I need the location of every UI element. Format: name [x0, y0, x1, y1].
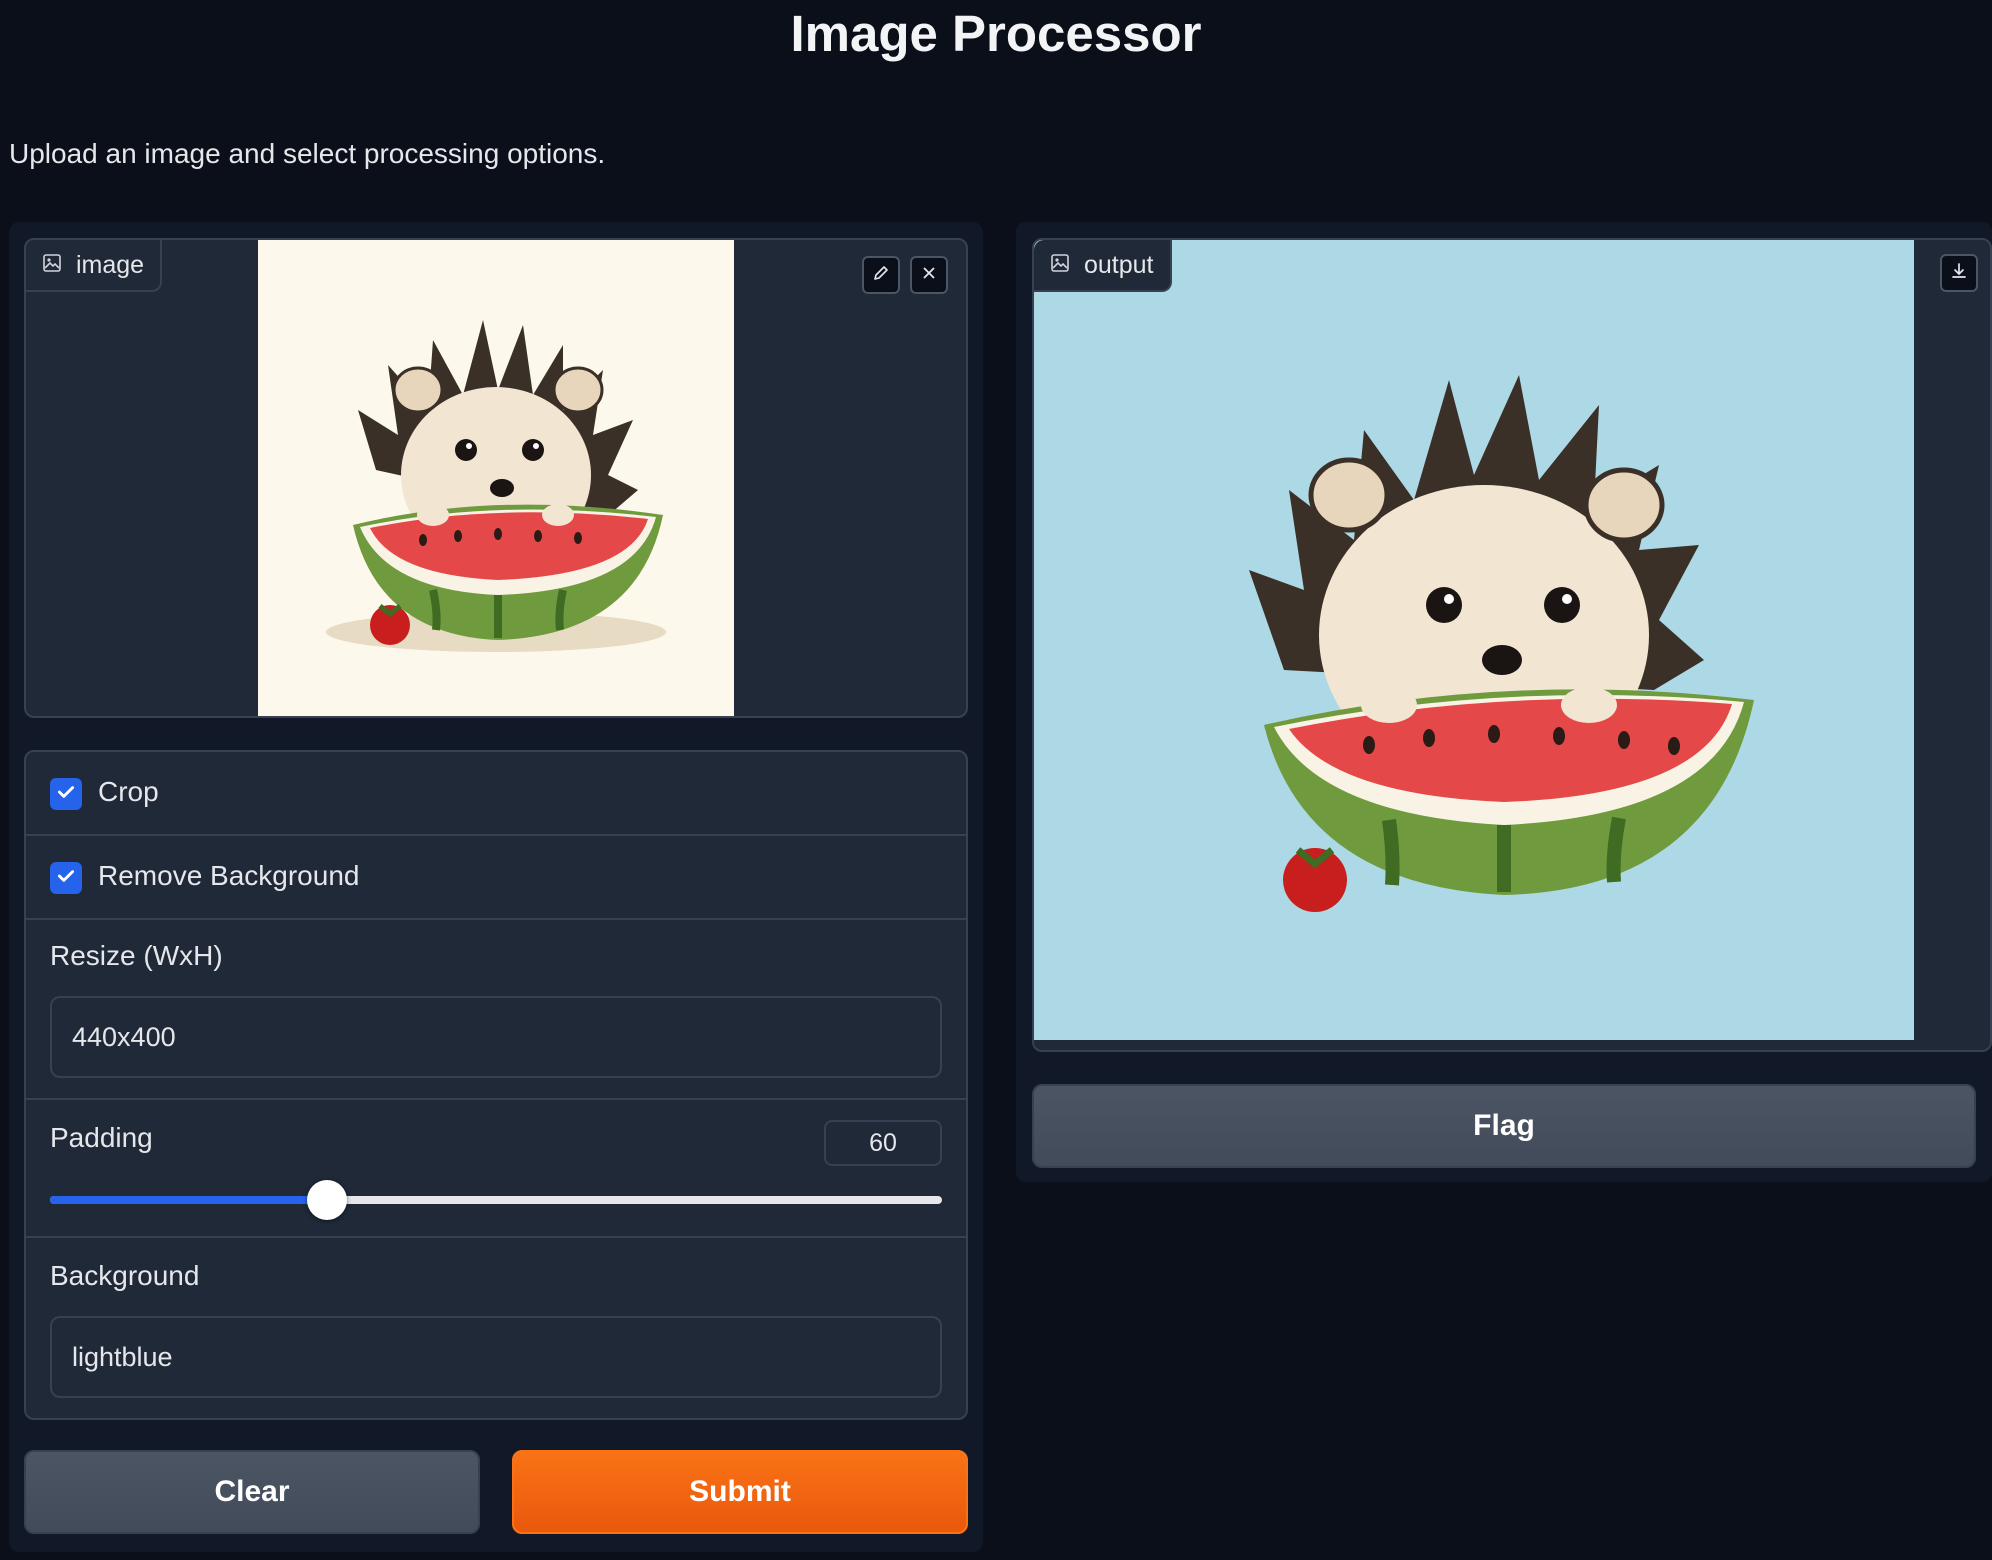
clear-button[interactable]: Clear — [24, 1450, 480, 1534]
crop-checkbox[interactable] — [50, 778, 82, 810]
padding-slider-thumb[interactable] — [306, 1180, 347, 1220]
resize-input[interactable] — [50, 996, 942, 1078]
download-button[interactable] — [1940, 254, 1978, 292]
uploaded-image — [258, 240, 734, 716]
output-column: output Flag — [1016, 222, 1992, 1182]
padding-slider-fill — [50, 1196, 327, 1204]
flag-button[interactable]: Flag — [1032, 1084, 1976, 1168]
resize-label: Resize (WxH) — [50, 940, 223, 971]
hedgehog-illustration — [326, 320, 666, 652]
padding-slider[interactable] — [50, 1180, 942, 1220]
checkmark-icon — [55, 865, 77, 892]
page-description: Upload an image and select processing op… — [9, 138, 606, 169]
checkmark-icon — [55, 781, 77, 808]
padding-label: Padding — [50, 1122, 153, 1153]
output-image — [1034, 240, 1914, 1040]
clear-image-button[interactable] — [910, 256, 948, 294]
padding-number-input[interactable] — [824, 1120, 942, 1166]
background-row: Background — [26, 1238, 966, 1418]
options-panel: Crop Remove Background Resize (WxH) Padd… — [24, 750, 968, 1420]
output-label: output — [1034, 240, 1172, 292]
input-column: image Crop Remove Background Resize (WxH… — [9, 222, 983, 1552]
crop-row[interactable]: Crop — [26, 752, 966, 836]
pencil-icon — [871, 263, 891, 288]
hedgehog-illustration — [1249, 375, 1754, 912]
image-input-label: image — [26, 240, 163, 292]
padding-row: Padding — [26, 1100, 966, 1238]
edit-image-button[interactable] — [862, 256, 900, 294]
resize-row: Resize (WxH) — [26, 920, 966, 1100]
output-image-panel: output — [1032, 238, 1992, 1052]
image-input-label-text: image — [76, 250, 145, 279]
download-icon — [1949, 261, 1969, 286]
output-label-text: output — [1084, 250, 1154, 279]
remove-background-row[interactable]: Remove Background — [26, 836, 966, 920]
image-icon — [42, 251, 62, 280]
submit-button[interactable]: Submit — [512, 1450, 968, 1534]
page-title: Image Processor — [790, 5, 1202, 62]
image-icon — [1050, 251, 1070, 280]
remove-background-checkbox[interactable] — [50, 862, 82, 894]
remove-background-label: Remove Background — [98, 860, 360, 891]
close-icon — [919, 263, 939, 288]
image-input-panel[interactable]: image — [24, 238, 968, 718]
background-label: Background — [50, 1260, 200, 1291]
background-input[interactable] — [50, 1316, 942, 1398]
crop-label: Crop — [98, 776, 159, 807]
